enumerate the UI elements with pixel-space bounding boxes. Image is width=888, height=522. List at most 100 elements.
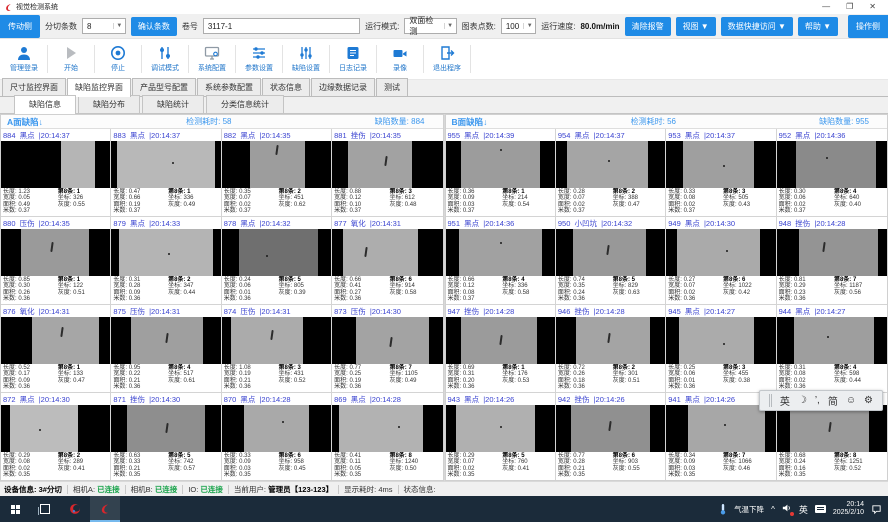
touch-keyboard-icon[interactable]: [815, 505, 826, 513]
defect-cell[interactable]: 952 黑点 |20:14:36 长度: 0.30 宽度: 0.06 面积: 0…: [777, 129, 887, 217]
roll-number-input[interactable]: [203, 18, 360, 34]
exit-program-button[interactable]: 退出程序: [425, 39, 469, 79]
defect-cell[interactable]: 948 挫伤 |20:14:28 长度: 0.81 宽度: 0.29 面积: 0…: [777, 217, 887, 305]
defect-cell[interactable]: 944 黑点 |20:14:27 长度: 0.31 宽度: 0.08 面积: 0…: [777, 305, 887, 393]
maximize-icon[interactable]: ❐: [846, 0, 853, 14]
subtab-class-info-statistics[interactable]: 分类信息统计: [206, 95, 284, 113]
defect-thumbnail[interactable]: [446, 317, 555, 364]
debug-mode-button[interactable]: 调试模式: [143, 39, 187, 79]
defect-thumbnail[interactable]: [111, 405, 220, 452]
defect-thumbnail[interactable]: [777, 317, 887, 364]
panel-b-title[interactable]: B面缺陷↓: [452, 116, 488, 128]
chevron-up-icon[interactable]: ^: [771, 505, 775, 514]
defect-cell[interactable]: 875 压伤 |20:14:31 长度: 0.95 宽度: 0.22 面积: 0…: [111, 305, 221, 393]
defect-thumbnail[interactable]: [446, 141, 555, 188]
defect-cell[interactable]: 943 黑点 |20:14:26 长度: 0.29 宽度: 0.07 面积: 0…: [446, 393, 556, 480]
defect-cell[interactable]: 873 压伤 |20:14:30 长度: 0.77 宽度: 0.25 面积: 0…: [332, 305, 442, 393]
minimize-icon[interactable]: —: [822, 0, 830, 14]
defect-cell[interactable]: 884 黑点 |20:14:37 长度: 1.23 宽度: 0.05 面积: 0…: [1, 129, 111, 217]
tab-size-monitor[interactable]: 尺寸监控界面: [2, 78, 66, 96]
task-view-button[interactable]: [30, 496, 60, 522]
simplified-toggle[interactable]: 简: [828, 393, 838, 408]
defect-cell[interactable]: 881 挫伤 |20:14:35 长度: 0.88 宽度: 0.12 面积: 0…: [332, 129, 442, 217]
slit-count-select[interactable]: 8 ▼: [82, 18, 126, 34]
defect-thumbnail[interactable]: [1, 141, 110, 188]
defect-thumbnail[interactable]: [446, 229, 555, 276]
defect-thumbnail[interactable]: [1, 229, 110, 276]
tab-edge-data-record[interactable]: 边缘数据记录: [311, 78, 375, 96]
defect-cell[interactable]: 879 黑点 |20:14:33 长度: 0.31 宽度: 0.28 面积: 0…: [111, 217, 221, 305]
defect-cell[interactable]: 953 黑点 |20:14:37 长度: 0.33 宽度: 0.08 面积: 0…: [666, 129, 776, 217]
defect-cell[interactable]: 883 黑点 |20:14:37 长度: 0.47 宽度: 0.66 面积: 0…: [111, 129, 221, 217]
defect-cell[interactable]: 876 氧化 |20:14:31 长度: 0.52 宽度: 0.17 面积: 0…: [1, 305, 111, 393]
defect-thumbnail[interactable]: [556, 141, 665, 188]
drive-side-button[interactable]: 传动侧: [0, 15, 40, 38]
defect-thumbnail[interactable]: [666, 405, 775, 452]
tab-product-model-config[interactable]: 产品型号配置: [132, 78, 196, 96]
defect-cell[interactable]: 882 黑点 |20:14:35 长度: 0.35 宽度: 0.07 面积: 0…: [222, 129, 332, 217]
defect-thumbnail[interactable]: [556, 229, 665, 276]
defect-thumbnail[interactable]: [777, 141, 887, 188]
defect-cell[interactable]: 871 挫伤 |20:14:30 长度: 0.63 宽度: 0.33 面积: 0…: [111, 393, 221, 480]
tab-test[interactable]: 测试: [376, 78, 408, 96]
stop-button[interactable]: 停止: [96, 39, 140, 79]
tab-defect-monitor[interactable]: 缺陷监控界面: [67, 78, 131, 97]
defect-cell[interactable]: 950 小凹坑 |20:14:32 长度: 0.74 宽度: 0.35 面积: …: [556, 217, 666, 305]
weather-text[interactable]: 气温下降: [734, 504, 764, 515]
drag-handle-icon[interactable]: [769, 394, 772, 407]
volume-button[interactable]: [782, 503, 792, 515]
action-center-icon[interactable]: [871, 504, 882, 515]
defect-thumbnail[interactable]: [556, 405, 665, 452]
log-record-button[interactable]: 日志记录: [331, 39, 375, 79]
tab-status-info[interactable]: 状态信息: [262, 78, 310, 96]
clear-alarm-button[interactable]: 清除报警: [625, 17, 671, 36]
defect-thumbnail[interactable]: [111, 317, 220, 364]
taskbar-app-active[interactable]: [90, 496, 120, 522]
defect-thumbnail[interactable]: [332, 229, 442, 276]
defect-thumbnail[interactable]: [222, 405, 331, 452]
defect-cell[interactable]: 942 挫伤 |20:14:26 长度: 0.77 宽度: 0.28 面积: 0…: [556, 393, 666, 480]
clock[interactable]: 20:14 2025/2/10: [833, 501, 864, 517]
subtab-defect-distribution[interactable]: 缺陷分布: [78, 95, 140, 113]
run-mode-select[interactable]: 双面检测 ▼: [404, 18, 456, 34]
taskbar-app-1[interactable]: [60, 496, 90, 522]
defect-cell[interactable]: 951 黑点 |20:14:36 长度: 0.66 宽度: 0.12 面积: 0…: [446, 217, 556, 305]
defect-thumbnail[interactable]: [1, 317, 110, 364]
defect-thumbnail[interactable]: [111, 229, 220, 276]
defect-thumbnail[interactable]: [222, 141, 331, 188]
defect-cell[interactable]: 878 黑点 |20:14:32 长度: 0.24 宽度: 0.06 面积: 0…: [222, 217, 332, 305]
subtab-defect-statistics[interactable]: 缺陷统计: [142, 95, 204, 113]
defect-thumbnail[interactable]: [446, 405, 555, 452]
defect-cell[interactable]: 949 黑点 |20:14:30 长度: 0.27 宽度: 0.07 面积: 0…: [666, 217, 776, 305]
defect-thumbnail[interactable]: [332, 317, 442, 364]
operator-side-button[interactable]: 操作侧: [848, 15, 888, 38]
quick-access-menu-button[interactable]: 数据快捷访问 ▼: [721, 17, 793, 36]
defect-thumbnail[interactable]: [222, 317, 331, 364]
defect-thumbnail[interactable]: [332, 405, 442, 452]
defect-cell[interactable]: 872 黑点 |20:14:30 长度: 0.29 宽度: 0.08 面积: 0…: [1, 393, 111, 480]
language-indicator[interactable]: 英: [799, 503, 808, 516]
defect-cell[interactable]: 955 黑点 |20:14:39 长度: 0.36 宽度: 0.09 面积: 0…: [446, 129, 556, 217]
record-video-button[interactable]: 录像: [378, 39, 422, 79]
punctuation-toggle[interactable]: ’,: [815, 395, 820, 406]
defect-cell[interactable]: 877 氧化 |20:14:31 长度: 0.66 宽度: 0.41 面积: 0…: [332, 217, 442, 305]
defect-thumbnail[interactable]: [666, 229, 775, 276]
moon-icon[interactable]: ☽: [798, 395, 807, 406]
chart-points-select[interactable]: 100 ▼: [501, 18, 536, 34]
gear-icon[interactable]: ⚙: [864, 395, 873, 406]
defect-cell[interactable]: 870 黑点 |20:14:28 长度: 0.33 宽度: 0.09 面积: 0…: [222, 393, 332, 480]
emoji-icon[interactable]: ☺: [846, 395, 856, 406]
parameter-settings-button[interactable]: 参数设置: [237, 39, 281, 79]
defect-cell[interactable]: 880 压伤 |20:14:35 长度: 0.85 宽度: 0.30 面积: 0…: [1, 217, 111, 305]
defect-cell[interactable]: 869 黑点 |20:14:28 长度: 0.41 宽度: 0.11 面积: 0…: [332, 393, 442, 480]
defect-thumbnail[interactable]: [666, 141, 775, 188]
confirm-count-button[interactable]: 确认条数: [131, 17, 177, 36]
defect-thumbnail[interactable]: [666, 317, 775, 364]
defect-cell[interactable]: 874 压伤 |20:14:31 长度: 1.08 宽度: 0.19 面积: 0…: [222, 305, 332, 393]
defect-cell[interactable]: 954 黑点 |20:14:37 长度: 0.28 宽度: 0.07 面积: 0…: [556, 129, 666, 217]
defect-thumbnail[interactable]: [1, 405, 110, 452]
defect-thumbnail[interactable]: [332, 141, 442, 188]
tab-system-param-config[interactable]: 系统参数配置: [197, 78, 261, 96]
defect-thumbnail[interactable]: [556, 317, 665, 364]
start-button[interactable]: [0, 496, 30, 522]
